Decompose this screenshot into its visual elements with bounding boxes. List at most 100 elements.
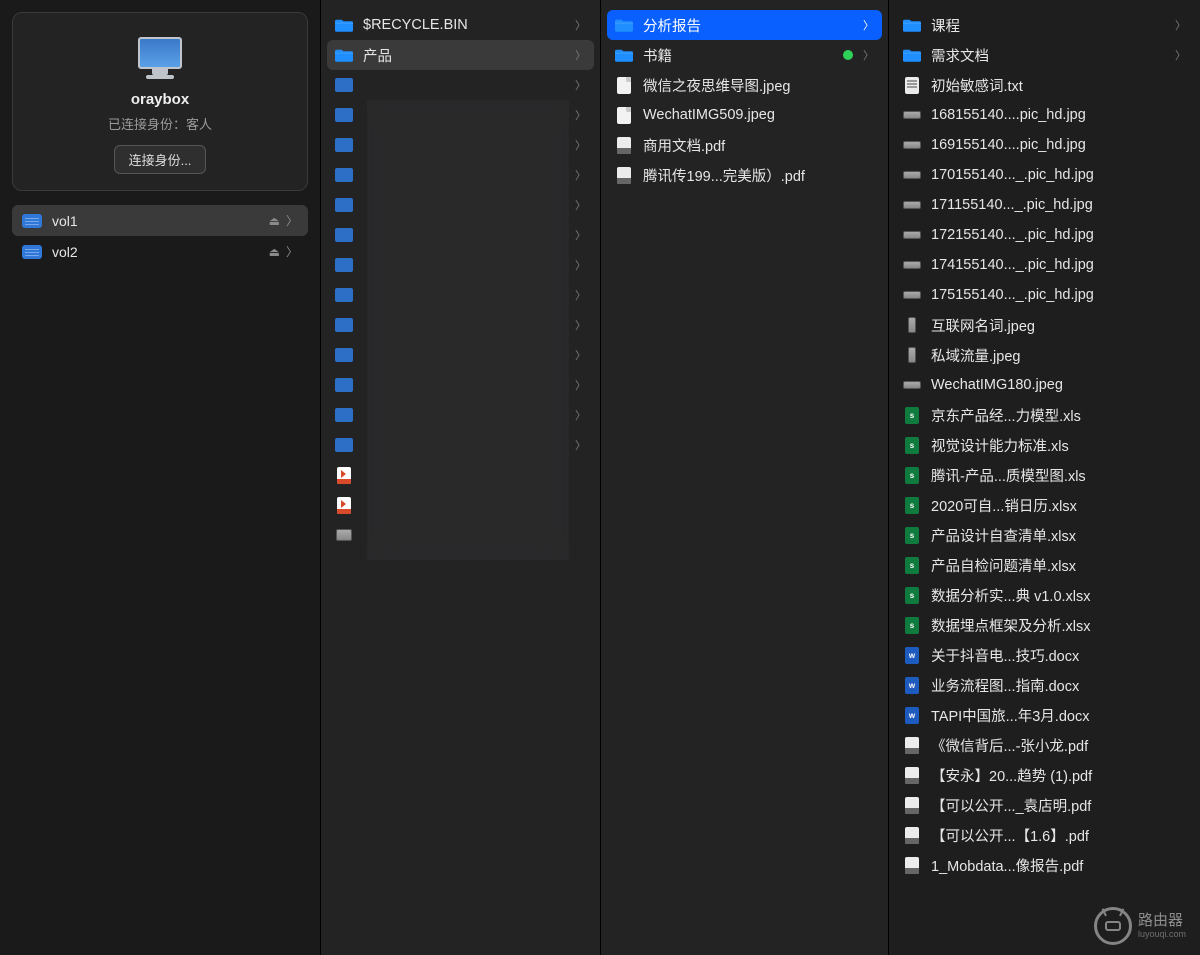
list-item[interactable]: 170155140..._.pic_hd.jpg: [895, 160, 1194, 190]
list-item[interactable]: 【可以公开...【1.6】.pdf: [895, 820, 1194, 850]
column-2[interactable]: 分析报告〉书籍〉微信之夜思维导图.jpegWechatIMG509.jpeg商用…: [600, 0, 888, 955]
item-label: 腾讯传199...完美版）.pdf: [643, 165, 874, 186]
folder-icon: [335, 198, 353, 212]
list-item[interactable]: s视觉设计能力标准.xls: [895, 430, 1194, 460]
list-item[interactable]: 微信之夜思维导图.jpeg: [607, 70, 882, 100]
image-file-icon: [903, 201, 921, 209]
chevron-right-icon: 〉: [286, 243, 298, 260]
list-item[interactable]: 1_Mobdata...像报告.pdf: [895, 850, 1194, 880]
list-item[interactable]: 需求文档〉: [895, 40, 1194, 70]
list-item-redacted[interactable]: 〉: [327, 310, 594, 340]
column-1[interactable]: $RECYCLE.BIN〉产品〉〉〉〉〉〉〉〉〉〉〉〉〉〉: [320, 0, 600, 955]
list-item-redacted[interactable]: 〉: [327, 220, 594, 250]
item-label: 171155140..._.pic_hd.jpg: [931, 197, 1186, 213]
list-item[interactable]: 互联网名词.jpeg: [895, 310, 1194, 340]
item-label: 腾讯-产品...质模型图.xls: [931, 465, 1186, 486]
chevron-right-icon: 〉: [575, 47, 586, 63]
list-item[interactable]: 产品〉: [327, 40, 594, 70]
chevron-right-icon: 〉: [863, 17, 874, 33]
volume-icon: [22, 214, 42, 228]
list-item[interactable]: 《微信背后...-张小龙.pdf: [895, 730, 1194, 760]
spreadsheet-file-icon: s: [905, 527, 919, 544]
list-item-redacted[interactable]: [327, 520, 594, 550]
list-item[interactable]: 初始敏感词.txt: [895, 70, 1194, 100]
image-file-icon: [336, 529, 352, 541]
list-item[interactable]: s数据分析实...典 v1.0.xlsx: [895, 580, 1194, 610]
item-label: 京东产品经...力模型.xls: [931, 405, 1186, 426]
chevron-right-icon: 〉: [1175, 47, 1186, 63]
word-file-icon: w: [905, 707, 919, 724]
volume-item-vol1[interactable]: vol1 ⏏ 〉: [12, 205, 308, 236]
item-label: 产品自检问题清单.xlsx: [931, 555, 1186, 576]
image-file-icon: [903, 231, 921, 239]
list-item[interactable]: s产品自检问题清单.xlsx: [895, 550, 1194, 580]
list-item[interactable]: 私域流量.jpeg: [895, 340, 1194, 370]
list-item[interactable]: 书籍〉: [607, 40, 882, 70]
list-item-redacted[interactable]: [327, 490, 594, 520]
image-file-icon: [903, 291, 921, 299]
image-file-icon: [617, 107, 631, 124]
list-item[interactable]: 腾讯传199...完美版）.pdf: [607, 160, 882, 190]
list-item-redacted[interactable]: 〉: [327, 160, 594, 190]
list-item-redacted[interactable]: 〉: [327, 280, 594, 310]
list-item-redacted[interactable]: 〉: [327, 190, 594, 220]
list-item[interactable]: s腾讯-产品...质模型图.xls: [895, 460, 1194, 490]
column-view: $RECYCLE.BIN〉产品〉〉〉〉〉〉〉〉〉〉〉〉〉〉 分析报告〉书籍〉微信…: [320, 0, 1200, 955]
list-item[interactable]: 商用文档.pdf: [607, 130, 882, 160]
list-item[interactable]: w业务流程图...指南.docx: [895, 670, 1194, 700]
item-label: 《微信背后...-张小龙.pdf: [931, 735, 1186, 756]
chevron-right-icon: 〉: [575, 287, 586, 303]
folder-icon: [335, 18, 353, 32]
word-file-icon: w: [905, 647, 919, 664]
list-item-redacted[interactable]: [327, 460, 594, 490]
pdf-file-icon: [905, 857, 919, 874]
list-item-redacted[interactable]: 〉: [327, 130, 594, 160]
list-item[interactable]: w关于抖音电...技巧.docx: [895, 640, 1194, 670]
list-item[interactable]: $RECYCLE.BIN〉: [327, 10, 594, 40]
list-item[interactable]: 169155140....pic_hd.jpg: [895, 130, 1194, 160]
list-item[interactable]: s2020可自...销日历.xlsx: [895, 490, 1194, 520]
list-item[interactable]: 【可以公开..._袁店明.pdf: [895, 790, 1194, 820]
list-item-redacted[interactable]: 〉: [327, 250, 594, 280]
list-item-redacted[interactable]: 〉: [327, 370, 594, 400]
list-item-redacted[interactable]: 〉: [327, 430, 594, 460]
list-item[interactable]: s京东产品经...力模型.xls: [895, 400, 1194, 430]
list-item[interactable]: 174155140..._.pic_hd.jpg: [895, 250, 1194, 280]
finder-window: oraybox 已连接身份：客人 连接身份... vol1 ⏏ 〉 vol2 ⏏…: [0, 0, 1200, 955]
chevron-right-icon: 〉: [286, 212, 298, 229]
list-item[interactable]: wTAPI中国旅...年3月.docx: [895, 700, 1194, 730]
list-item[interactable]: 175155140..._.pic_hd.jpg: [895, 280, 1194, 310]
item-label: 视觉设计能力标准.xls: [931, 435, 1186, 456]
image-file-icon: [903, 261, 921, 269]
chevron-right-icon: 〉: [863, 47, 874, 63]
list-item[interactable]: WechatIMG180.jpeg: [895, 370, 1194, 400]
list-item[interactable]: 课程〉: [895, 10, 1194, 40]
image-file-icon: [908, 317, 916, 333]
item-label: 1_Mobdata...像报告.pdf: [931, 855, 1186, 876]
list-item[interactable]: 【安永】20...趋势 (1).pdf: [895, 760, 1194, 790]
item-label: 168155140....pic_hd.jpg: [931, 107, 1186, 123]
list-item[interactable]: s产品设计自查清单.xlsx: [895, 520, 1194, 550]
eject-icon[interactable]: ⏏: [269, 245, 280, 259]
list-item-redacted[interactable]: 〉: [327, 340, 594, 370]
item-label: 互联网名词.jpeg: [931, 315, 1186, 336]
connect-as-button[interactable]: 连接身份...: [114, 145, 207, 174]
eject-icon[interactable]: ⏏: [269, 214, 280, 228]
list-item[interactable]: 172155140..._.pic_hd.jpg: [895, 220, 1194, 250]
chevron-right-icon: 〉: [575, 377, 586, 393]
list-item-redacted[interactable]: 〉: [327, 100, 594, 130]
folder-icon: [335, 78, 353, 92]
pdf-file-icon: [905, 797, 919, 814]
item-label: 私域流量.jpeg: [931, 345, 1186, 366]
volume-item-vol2[interactable]: vol2 ⏏ 〉: [12, 236, 308, 267]
tag-dot-green: [843, 50, 853, 60]
list-item[interactable]: s数据埋点框架及分析.xlsx: [895, 610, 1194, 640]
column-3[interactable]: 课程〉需求文档〉初始敏感词.txt 168155140....pic_hd.jpg…: [888, 0, 1200, 955]
spreadsheet-file-icon: s: [905, 617, 919, 634]
list-item-redacted[interactable]: 〉: [327, 70, 594, 100]
list-item-redacted[interactable]: 〉: [327, 400, 594, 430]
list-item[interactable]: 171155140..._.pic_hd.jpg: [895, 190, 1194, 220]
list-item[interactable]: WechatIMG509.jpeg: [607, 100, 882, 130]
list-item[interactable]: 168155140....pic_hd.jpg: [895, 100, 1194, 130]
list-item[interactable]: 分析报告〉: [607, 10, 882, 40]
